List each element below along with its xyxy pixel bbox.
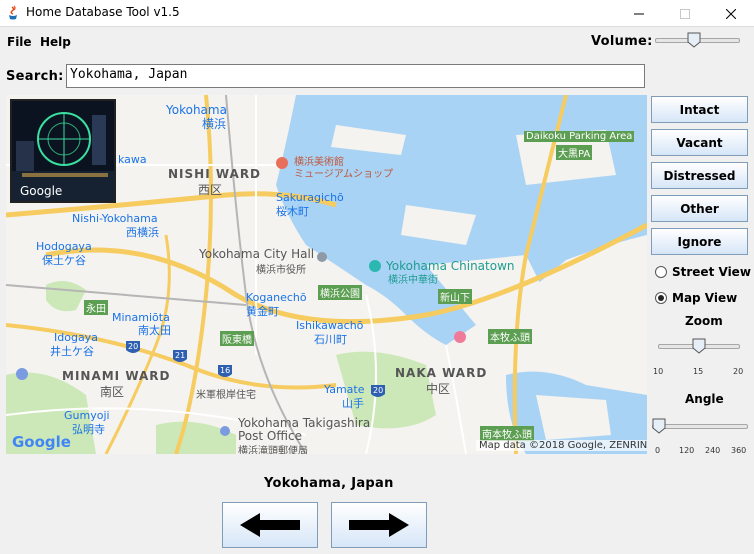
volume-slider-thumb[interactable] xyxy=(687,32,701,48)
menu-help[interactable]: Help xyxy=(40,35,71,49)
map-label: Daikoku Parking Area xyxy=(524,131,635,142)
angle-slider-thumb[interactable] xyxy=(652,418,666,434)
search-input[interactable]: Yokohama, Japan xyxy=(66,64,645,88)
zoom-slider-thumb[interactable] xyxy=(692,338,706,354)
next-button[interactable] xyxy=(331,502,427,548)
map-label: 21 xyxy=(175,351,186,360)
map-label: Yokohama Takigashira xyxy=(238,416,371,430)
angle-tick-label: 0 xyxy=(655,446,661,455)
map-label: 16 xyxy=(220,366,231,375)
distressed-button[interactable]: Distressed xyxy=(651,162,748,189)
map-label: 中区 xyxy=(426,382,451,396)
map-attribution: Map data ©2018 Google, ZENRIN xyxy=(476,440,647,451)
place-pin[interactable] xyxy=(317,252,327,262)
zoom-tick-label: 15 xyxy=(693,367,704,376)
close-icon xyxy=(726,8,736,19)
window-title: Home Database Tool v1.5 xyxy=(26,5,180,19)
map-label: 20 xyxy=(373,386,384,395)
vacant-button[interactable]: Vacant xyxy=(651,129,748,156)
zoom-tick-label: 10 xyxy=(653,367,664,376)
zoom-slider[interactable] xyxy=(658,336,740,358)
java-app-icon xyxy=(9,5,17,20)
place-pin[interactable] xyxy=(16,368,28,380)
map-label: 大黒PA xyxy=(556,145,593,160)
map-label: 山手 xyxy=(342,397,364,410)
arrow-right-icon xyxy=(349,513,409,537)
map-label: 本牧ふ頭 xyxy=(488,329,532,344)
map-view-label[interactable]: Map View xyxy=(672,291,737,305)
map-view-radio[interactable] xyxy=(655,292,667,304)
map-label: 西横浜 xyxy=(126,226,159,239)
map-label: 横浜 xyxy=(202,117,227,131)
street-view-radio[interactable] xyxy=(655,266,667,278)
map-label: 石川町 xyxy=(314,333,347,346)
menu-file[interactable]: File xyxy=(7,35,32,49)
map-view[interactable]: Yokohama 横浜 NISHI WARD 西区 kawa Nishi-Yok… xyxy=(6,95,647,454)
map-label: 黄金町 xyxy=(246,305,279,318)
angle-label: Angle xyxy=(685,392,724,406)
map-label: 20 xyxy=(128,342,139,351)
maximize-icon xyxy=(680,8,690,19)
map-label: Yokohama City Hall xyxy=(199,247,315,261)
map-label: 横浜中華街 xyxy=(388,275,438,286)
map-label: 阪東橋 xyxy=(220,331,254,346)
map-label: 桜木町 xyxy=(276,205,309,218)
place-pin[interactable] xyxy=(276,157,288,169)
street-view-label[interactable]: Street View xyxy=(672,265,751,279)
map-label: 西区 xyxy=(198,183,223,197)
map-label: Post Office xyxy=(238,429,302,443)
arrow-left-icon xyxy=(240,513,300,537)
map-label: 横浜市役所 xyxy=(256,265,306,276)
google-logo: Google xyxy=(12,433,71,451)
map-label: MINAMI WARD xyxy=(62,369,171,383)
angle-slider[interactable] xyxy=(652,416,748,438)
map-label: 南本牧ふ頭 xyxy=(480,426,534,441)
map-label: 横浜公園 xyxy=(318,285,362,300)
volume-slider[interactable] xyxy=(655,30,740,50)
map-label: NAKA WARD xyxy=(395,366,488,380)
other-button[interactable]: Other xyxy=(651,195,748,222)
map-label: NISHI WARD xyxy=(168,167,262,181)
place-pin[interactable] xyxy=(369,260,381,272)
place-pin[interactable] xyxy=(220,426,230,436)
angle-tick-label: 240 xyxy=(705,446,721,455)
ignore-button[interactable]: Ignore xyxy=(651,228,748,255)
map-label: 横浜滝頭郵便局 xyxy=(238,446,308,454)
place-pin[interactable] xyxy=(454,331,466,343)
minimize-icon xyxy=(634,13,644,14)
search-label: Search: xyxy=(6,69,64,84)
map-label: 保土ケ谷 xyxy=(42,254,86,267)
street-view-thumbnail[interactable]: Google xyxy=(10,99,116,203)
angle-tick-label: 120 xyxy=(679,446,695,455)
previous-button[interactable] xyxy=(222,502,318,548)
current-location-label: Yokohama, Japan xyxy=(264,476,394,491)
map-label: 新山下 xyxy=(438,289,472,304)
maximize-button[interactable] xyxy=(662,0,708,27)
map-label: ミュージアムショップ xyxy=(294,169,394,180)
angle-slider-track xyxy=(652,424,748,429)
zoom-tick-label: 20 xyxy=(733,367,744,376)
intact-button[interactable]: Intact xyxy=(651,96,748,123)
map-label: 南区 xyxy=(100,385,125,399)
map-label: 南太田 xyxy=(138,324,171,337)
angle-tick-label: 360 xyxy=(731,446,747,455)
map-label: 米軍根岸住宅 xyxy=(196,390,256,401)
map-label: 井土ケ谷 xyxy=(50,345,94,358)
zoom-label: Zoom xyxy=(685,314,723,328)
volume-label: Volume: xyxy=(591,34,653,49)
close-button[interactable] xyxy=(708,0,754,27)
thumbnail-brand: Google xyxy=(20,184,63,198)
title-bar[interactable]: Home Database Tool v1.5 xyxy=(0,0,754,27)
map-label: 弘明寺 xyxy=(72,423,105,436)
map-label: 永田 xyxy=(84,300,108,315)
map-label: kawa xyxy=(118,153,147,166)
minimize-button[interactable] xyxy=(616,0,662,27)
